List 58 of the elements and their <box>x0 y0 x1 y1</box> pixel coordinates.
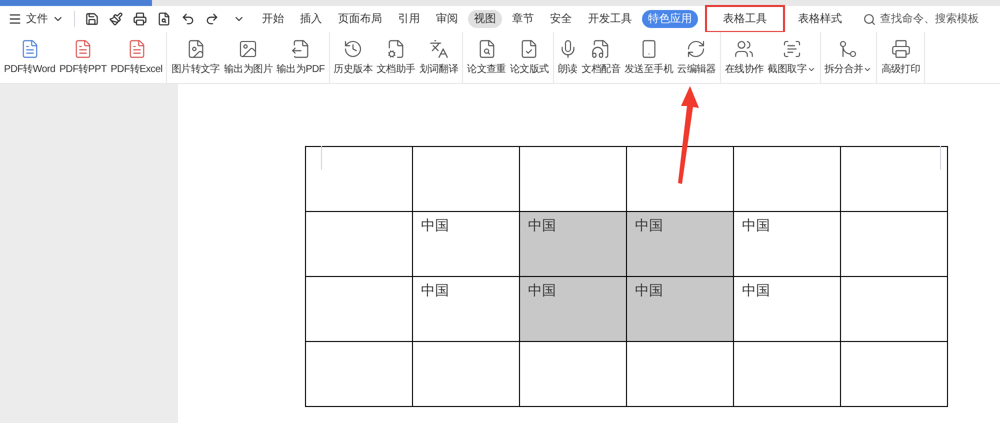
table-cell: 中国 <box>626 276 734 342</box>
toolbar-button[interactable]: 输出为PDF <box>274 32 327 83</box>
export-document-icon <box>290 38 311 58</box>
translate-icon <box>428 38 449 58</box>
printer-icon[interactable] <box>133 12 147 26</box>
table-cell: 中国 <box>626 212 734 276</box>
table-cell: 中国 <box>412 212 520 276</box>
toolbar-button[interactable]: 论文版式 <box>508 32 551 83</box>
image-icon <box>238 38 258 58</box>
save-icon[interactable] <box>85 12 99 26</box>
toolbar-button[interactable]: 拆分合并 <box>822 32 874 83</box>
toolbar-button[interactable]: 划词翻译 <box>417 32 460 83</box>
toolbar-button[interactable]: 论文查重 <box>465 32 508 83</box>
file-menu[interactable]: 文件 <box>4 10 68 28</box>
ribbon-tab[interactable]: 引用 <box>392 10 426 28</box>
table-cell: 中国 <box>734 212 840 276</box>
toolbar-button[interactable]: 历史版本 <box>332 32 374 83</box>
toolbar-button[interactable]: PDF转Word <box>2 32 58 83</box>
redo-icon[interactable] <box>205 12 219 26</box>
ribbon-tab[interactable]: 审阅 <box>430 10 464 28</box>
ribbon-tab[interactable]: 视图 <box>468 10 502 28</box>
menu-icon <box>8 12 22 26</box>
printer-icon <box>890 38 911 58</box>
table-cell: 中国 <box>412 276 520 342</box>
toolbar-button[interactable]: 在线协作 <box>722 32 766 83</box>
ribbon-tab[interactable]: 开发工具 <box>582 10 638 28</box>
toolbar-button[interactable]: 朗读 <box>556 32 580 83</box>
undo-icon[interactable] <box>181 12 195 26</box>
ribbon-tab[interactable]: 章节 <box>506 10 540 28</box>
scan-text-icon <box>782 38 802 58</box>
table-cell: 中国 <box>734 276 840 342</box>
search-icon <box>863 12 876 26</box>
preview-icon[interactable] <box>157 12 171 26</box>
toolbar-button[interactable]: PDF转Excel <box>108 32 164 83</box>
refresh-icon <box>686 38 706 58</box>
toolbar-button[interactable]: 高级打印 <box>879 32 922 83</box>
toolbar-button[interactable]: 截图取字 <box>766 32 818 83</box>
ribbon-tab[interactable]: 特色应用 <box>642 10 698 28</box>
ribbon-tab[interactable]: 页面布局 <box>332 10 388 28</box>
users-icon <box>734 38 754 58</box>
toolbar-button[interactable]: 文档配音 <box>580 32 623 83</box>
document-gear-icon <box>386 38 406 58</box>
toolbar-button[interactable]: 云编辑器 <box>675 32 718 83</box>
history-icon <box>343 38 364 58</box>
ribbon-tab[interactable]: 开始 <box>256 10 290 28</box>
toolbar-button[interactable]: 图片转文字 <box>169 32 222 83</box>
brush-icon[interactable] <box>109 12 123 26</box>
ribbon-tab[interactable]: 插入 <box>294 10 328 28</box>
search-field[interactable]: 查找命令、搜索模板 <box>880 10 992 28</box>
toolbar-button[interactable]: 输出为图片 <box>222 32 274 83</box>
ribbon-tab[interactable]: 表格样式 <box>792 10 848 28</box>
toolbar-button[interactable]: 文档助手 <box>374 32 418 83</box>
merge-icon <box>838 38 858 58</box>
ribbon-tab[interactable]: 安全 <box>544 10 578 28</box>
toolbar-button[interactable]: PDF转PPT <box>57 32 109 83</box>
table-cell: 中国 <box>520 276 626 342</box>
table-cell: 中国 <box>520 212 626 276</box>
toolbar-button[interactable]: 发送至手机 <box>622 32 676 83</box>
